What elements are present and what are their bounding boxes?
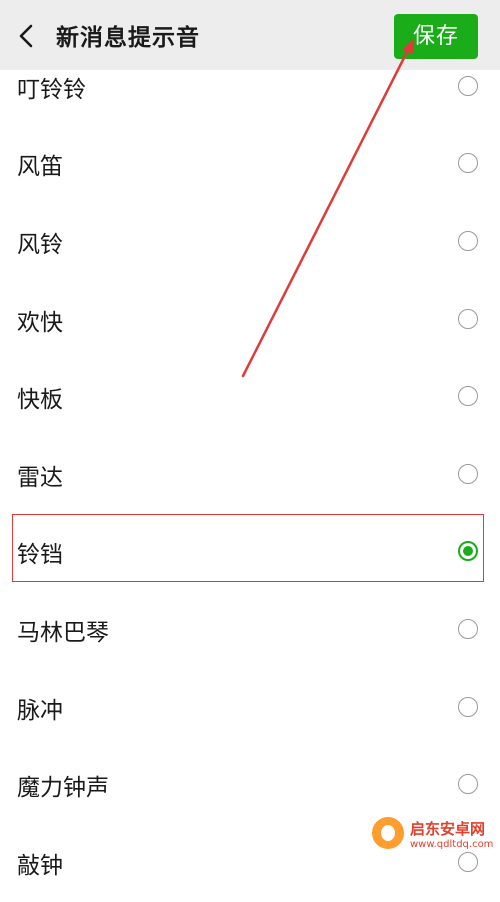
ringtone-item[interactable]: 风铃 xyxy=(0,203,500,281)
ringtone-list: 叮铃铃 风笛 风铃 欢快 快板 雷达 铃铛 马林巴琴 脉冲 魔力钟声 敲钟 xyxy=(0,48,500,902)
ringtone-label: 脉冲 xyxy=(17,697,63,724)
save-button[interactable]: 保存 xyxy=(394,14,478,59)
radio-button[interactable] xyxy=(458,774,478,795)
radio-button[interactable] xyxy=(458,463,478,484)
chevron-left-icon xyxy=(19,24,33,48)
radio-button[interactable] xyxy=(458,230,478,251)
ringtone-item[interactable]: 风笛 xyxy=(0,125,500,204)
radio-button[interactable] xyxy=(458,153,478,174)
ringtone-label: 雷达 xyxy=(17,464,63,491)
ringtone-label: 风笛 xyxy=(17,154,63,181)
ringtone-item[interactable]: 马林巴琴 xyxy=(0,591,500,669)
ringtone-label: 马林巴琴 xyxy=(17,619,109,646)
ringtone-item[interactable]: 脉冲 xyxy=(0,668,500,747)
radio-button[interactable] xyxy=(458,386,478,407)
highlight-box xyxy=(12,514,484,582)
ringtone-item[interactable]: 雷达 xyxy=(0,435,500,514)
ringtone-label: 欢快 xyxy=(17,309,63,336)
watermark-url: www.qdltdq.com xyxy=(410,839,494,850)
radio-button[interactable] xyxy=(458,75,478,96)
ringtone-item[interactable]: 快板 xyxy=(0,358,500,436)
site-logo-icon xyxy=(372,817,404,849)
watermark-name: 启东安卓网 xyxy=(410,820,486,838)
ringtone-label: 快板 xyxy=(17,387,63,414)
ringtone-item[interactable]: 魔力钟声 xyxy=(0,746,500,824)
ringtone-label: 魔力钟声 xyxy=(17,775,109,802)
ringtone-label: 叮铃铃 xyxy=(17,76,86,103)
watermark: 启东安卓网 www.qdltdq.com xyxy=(372,815,496,855)
ringtone-label: 风铃 xyxy=(17,231,63,258)
top-bar: 新消息提示音 保存 xyxy=(0,0,500,70)
radio-button[interactable] xyxy=(458,618,478,639)
back-button[interactable] xyxy=(10,16,46,56)
page-title: 新消息提示音 xyxy=(56,25,200,51)
ringtone-label: 敲钟 xyxy=(17,852,63,879)
radio-button[interactable] xyxy=(458,696,478,717)
radio-button[interactable] xyxy=(458,308,478,329)
ringtone-item[interactable]: 欢快 xyxy=(0,280,500,359)
